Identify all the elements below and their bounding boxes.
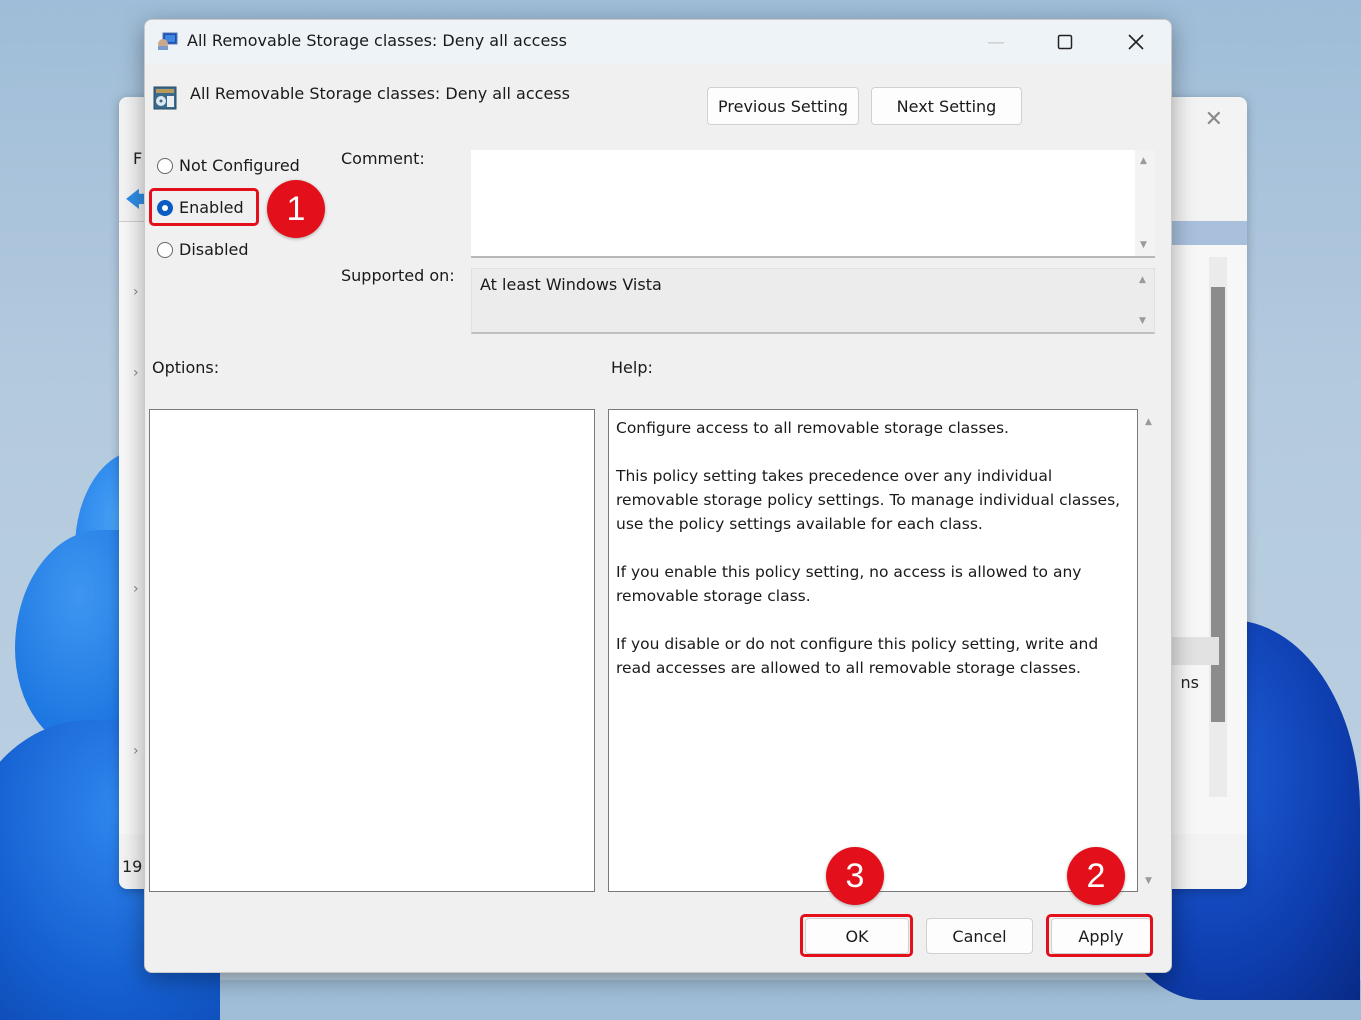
policy-editor-icon — [158, 32, 178, 50]
minimize-icon: — — [987, 31, 1005, 53]
chevron-right-icon[interactable]: › — [133, 365, 139, 381]
supported-on-field: At least Windows Vista ▲ ▼ — [471, 268, 1155, 334]
close-icon — [1128, 34, 1144, 50]
help-panel: Configure access to all removable storag… — [608, 409, 1138, 892]
cancel-button[interactable]: Cancel — [926, 918, 1033, 954]
supported-on-label: Supported on: — [341, 266, 455, 285]
policy-setting-icon — [153, 86, 177, 110]
scroll-up-icon[interactable]: ▲ — [1145, 417, 1152, 427]
chevron-right-icon[interactable]: › — [133, 581, 139, 597]
next-setting-button[interactable]: Next Setting — [871, 87, 1022, 125]
comment-label: Comment: — [341, 149, 425, 168]
previous-setting-button[interactable]: Previous Setting — [707, 87, 859, 125]
close-button[interactable] — [1101, 20, 1171, 64]
help-paragraph: Configure access to all removable storag… — [616, 419, 1009, 437]
help-label: Help: — [611, 358, 653, 377]
radio-label: Not Configured — [179, 156, 300, 175]
comment-textarea[interactable]: ▲ ▼ — [471, 150, 1155, 258]
highlight-apply — [1046, 914, 1153, 957]
column-header — [1167, 221, 1247, 245]
highlight-enabled — [149, 188, 259, 226]
radio-label: Disabled — [179, 240, 249, 259]
radio-button[interactable] — [157, 241, 173, 258]
comment-scrollbar[interactable]: ▲ ▼ — [1135, 150, 1155, 256]
setting-title: All Removable Storage classes: Deny all … — [190, 84, 570, 103]
help-paragraph: If you disable or do not configure this … — [616, 635, 1099, 677]
radio-button[interactable] — [157, 157, 173, 174]
radio-not-configured[interactable]: Not Configured — [157, 156, 300, 175]
title-bar[interactable]: All Removable Storage classes: Deny all … — [145, 20, 1171, 64]
maximize-button[interactable] — [1030, 20, 1100, 64]
scroll-down-icon[interactable]: ▼ — [1140, 240, 1147, 250]
supported-on-value: At least Windows Vista — [480, 275, 662, 294]
help-paragraph: If you enable this policy setting, no ac… — [616, 563, 1082, 605]
help-paragraph: This policy setting takes precedence ove… — [616, 467, 1121, 533]
scroll-down-icon[interactable]: ▼ — [1139, 316, 1146, 326]
highlight-ok — [800, 914, 913, 957]
chevron-right-icon[interactable]: › — [133, 743, 139, 759]
step-badge-2: 2 — [1067, 847, 1125, 905]
scroll-down-icon[interactable]: ▼ — [1145, 876, 1152, 886]
menu-item-file[interactable]: F — [133, 149, 142, 168]
help-scrollbar[interactable]: ▲ ▼ — [1140, 409, 1160, 892]
chevron-right-icon[interactable]: › — [133, 284, 139, 300]
radio-disabled[interactable]: Disabled — [157, 240, 249, 259]
maximize-icon — [1057, 34, 1073, 50]
scroll-up-icon[interactable]: ▲ — [1140, 156, 1147, 166]
policy-setting-dialog: All Removable Storage classes: Deny all … — [144, 19, 1172, 973]
scroll-up-icon[interactable]: ▲ — [1139, 275, 1146, 285]
minimize-button[interactable]: — — [961, 20, 1031, 64]
list-item-text: ns — [1180, 673, 1199, 692]
options-label: Options: — [152, 358, 220, 377]
step-badge-1: 1 — [267, 180, 325, 238]
step-badge-3: 3 — [826, 847, 884, 905]
options-panel — [149, 409, 595, 892]
supported-scrollbar[interactable]: ▲ ▼ — [1134, 269, 1154, 332]
close-icon[interactable]: ✕ — [1205, 107, 1223, 132]
window-title: All Removable Storage classes: Deny all … — [187, 31, 567, 50]
